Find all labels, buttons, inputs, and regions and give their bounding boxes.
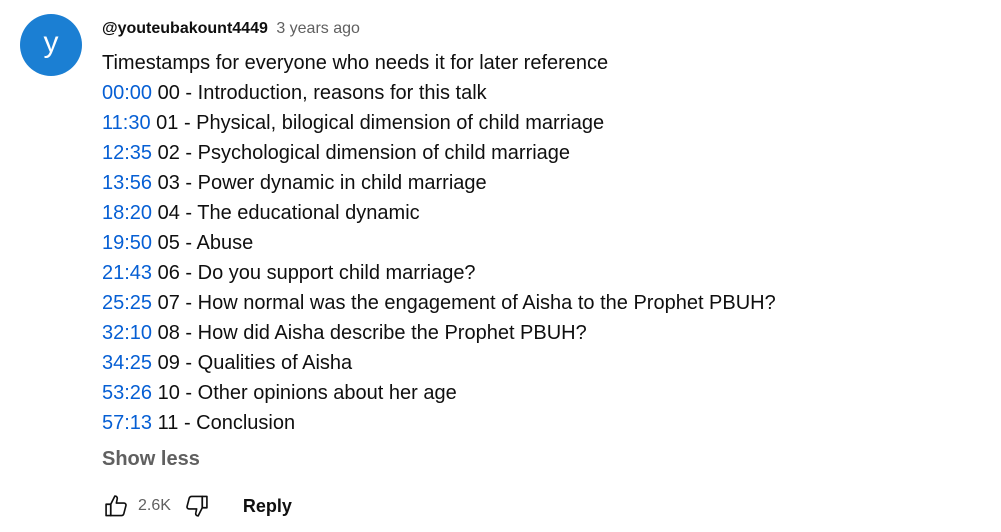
- timestamp-description: 02 - Psychological dimension of child ma…: [152, 142, 571, 164]
- timestamp-line: 32:10 08 - How did Aisha describe the Pr…: [102, 318, 962, 348]
- timestamp-line: 21:43 06 - Do you support child marriage…: [102, 258, 962, 288]
- timestamp-line: 11:30 01 - Physical, bilogical dimension…: [102, 108, 962, 138]
- comment-text: Timestamps for everyone who needs it for…: [102, 48, 962, 438]
- like-button[interactable]: [100, 490, 132, 522]
- timestamp-line: 19:50 05 - Abuse: [102, 228, 962, 258]
- dislike-button[interactable]: [181, 490, 213, 522]
- comment-intro: Timestamps for everyone who needs it for…: [102, 52, 609, 74]
- timestamp-description: 06 - Do you support child marriage?: [152, 262, 476, 284]
- timestamp-line: 13:56 03 - Power dynamic in child marria…: [102, 168, 962, 198]
- timestamp-link[interactable]: 13:56: [102, 172, 152, 194]
- thumb-up-icon: [105, 495, 127, 517]
- timestamp-line: 25:25 07 - How normal was the engagement…: [102, 288, 962, 318]
- thumb-down-icon: [186, 495, 208, 517]
- timestamp-description: 09 - Qualities of Aisha: [152, 352, 353, 374]
- published-time[interactable]: 3 years ago: [276, 20, 360, 37]
- timestamp-link[interactable]: 18:20: [102, 202, 152, 224]
- avatar-letter: y: [43, 26, 59, 59]
- timestamp-description: 08 - How did Aisha describe the Prophet …: [152, 322, 587, 344]
- comment-body: @youteubakount4449 3 years ago Timestamp…: [102, 14, 962, 474]
- timestamp-line: 57:13 11 - Conclusion: [102, 408, 962, 438]
- timestamp-line: 00:00 00 - Introduction, reasons for thi…: [102, 78, 962, 108]
- timestamp-link[interactable]: 34:25: [102, 352, 152, 374]
- timestamp-description: 04 - The educational dynamic: [152, 202, 420, 224]
- timestamp-line: 12:35 02 - Psychological dimension of ch…: [102, 138, 962, 168]
- timestamp-link[interactable]: 12:35: [102, 142, 152, 164]
- timestamp-link[interactable]: 21:43: [102, 262, 152, 284]
- timestamp-line: 53:26 10 - Other opinions about her age: [102, 378, 962, 408]
- timestamp-description: 10 - Other opinions about her age: [152, 382, 457, 404]
- timestamp-description: 00 - Introduction, reasons for this talk: [152, 82, 487, 104]
- timestamp-line: 18:20 04 - The educational dynamic: [102, 198, 962, 228]
- reply-button[interactable]: Reply: [243, 496, 292, 517]
- comment-header: @youteubakount4449 3 years ago: [102, 14, 962, 44]
- timestamp-description: 05 - Abuse: [152, 232, 254, 254]
- timestamp-link[interactable]: 00:00: [102, 82, 152, 104]
- timestamp-link[interactable]: 19:50: [102, 232, 152, 254]
- timestamp-link[interactable]: 11:30: [102, 112, 151, 134]
- timestamp-link[interactable]: 25:25: [102, 292, 152, 314]
- like-count: 2.6K: [138, 497, 171, 514]
- timestamp-link[interactable]: 57:13: [102, 412, 152, 434]
- timestamp-description: 07 - How normal was the engagement of Ai…: [152, 292, 776, 314]
- timestamp-line: 34:25 09 - Qualities of Aisha: [102, 348, 962, 378]
- timestamp-link[interactable]: 32:10: [102, 322, 152, 344]
- timestamp-description: 03 - Power dynamic in child marriage: [152, 172, 487, 194]
- avatar[interactable]: y: [20, 14, 82, 76]
- timestamp-link[interactable]: 53:26: [102, 382, 152, 404]
- timestamp-description: 01 - Physical, bilogical dimension of ch…: [150, 112, 605, 134]
- author-name[interactable]: @youteubakount4449: [102, 20, 268, 37]
- comment-actions: 2.6K Reply: [100, 488, 292, 524]
- show-less-button[interactable]: Show less: [102, 444, 200, 474]
- timestamp-description: 11 - Conclusion: [152, 412, 296, 434]
